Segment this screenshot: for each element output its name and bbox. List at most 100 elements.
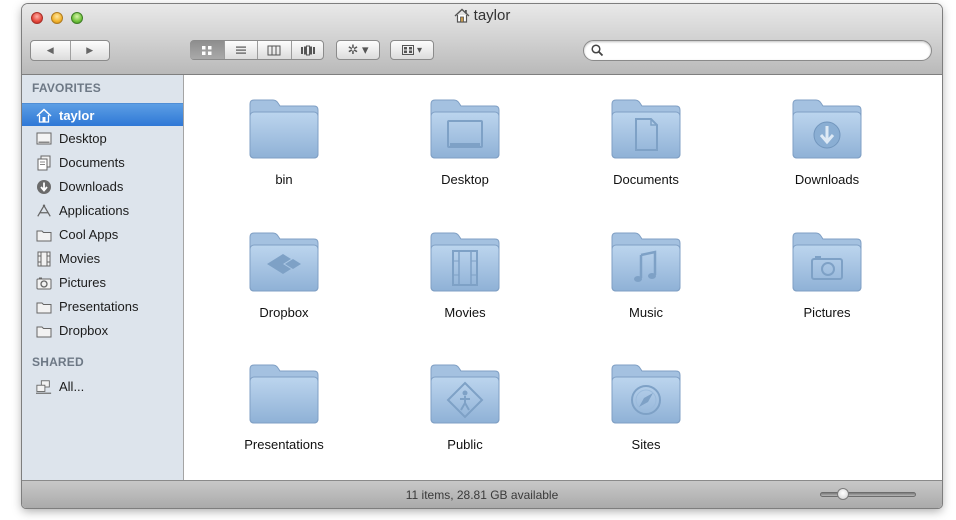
- sidebar-item-label: Applications: [59, 203, 130, 218]
- folder-label: Movies: [444, 305, 486, 320]
- folder-label: Sites: [631, 437, 661, 452]
- titlebar: taylor ◀ ▶ ✲ ▾ ▾: [22, 4, 942, 75]
- sidebar-item-movies[interactable]: Movies: [22, 247, 183, 270]
- folder-item-desktop[interactable]: Desktop: [390, 98, 540, 187]
- status-text: 11 items, 28.81 GB available: [405, 488, 559, 502]
- home-icon: [454, 8, 470, 27]
- folder-item-documents[interactable]: Documents: [571, 98, 721, 187]
- sidebar: FAVORITES taylor Desktop Documents Downl…: [22, 75, 184, 480]
- folder-item-downloads[interactable]: Downloads: [752, 98, 902, 187]
- folder-icon: [36, 323, 52, 339]
- cover-flow-icon: [300, 45, 315, 55]
- action-menu-button[interactable]: ✲ ▾: [336, 40, 380, 60]
- public-folder-icon: [430, 364, 500, 424]
- sidebar-item-label: Dropbox: [59, 323, 109, 338]
- sidebar-item-applications[interactable]: Applications: [22, 199, 183, 222]
- folder-label: Desktop: [441, 172, 489, 187]
- forward-button[interactable]: ▶: [71, 41, 110, 60]
- list-view-button[interactable]: [223, 41, 258, 59]
- search-input[interactable]: [608, 42, 922, 61]
- folder-item-public[interactable]: Public: [390, 363, 540, 452]
- sidebar-section-shared: SHARED: [32, 355, 84, 369]
- folder-icon: [36, 299, 52, 315]
- downloads-folder-icon: [792, 99, 862, 159]
- view-mode-control: [190, 40, 324, 60]
- cover-flow-button[interactable]: [290, 41, 325, 59]
- forward-arrow-icon: ▶: [86, 45, 94, 55]
- folder-icon: [249, 99, 319, 159]
- sidebar-item-documents[interactable]: Documents: [22, 151, 183, 174]
- sidebar-item-label: Pictures: [59, 275, 106, 290]
- desktop-icon: [36, 131, 52, 147]
- gear-icon: ✲ ▾: [347, 42, 369, 57]
- documents-folder-icon: [611, 99, 681, 159]
- sidebar-item-downloads[interactable]: Downloads: [22, 175, 183, 198]
- arrange-icon: [401, 45, 414, 55]
- sidebar-item-label: Desktop: [59, 131, 107, 146]
- folder-label: Downloads: [794, 172, 860, 187]
- search-field[interactable]: [583, 40, 932, 61]
- sidebar-item-taylor[interactable]: taylor: [22, 103, 183, 126]
- sidebar-item-label: Presentations: [59, 299, 139, 314]
- sidebar-item-desktop[interactable]: Desktop: [22, 127, 183, 150]
- dropbox-folder-icon: [249, 232, 319, 292]
- sidebar-item-label: Downloads: [59, 179, 124, 194]
- folder-item-presentations[interactable]: Presentations: [209, 363, 359, 452]
- folder-item-dropbox[interactable]: Dropbox: [209, 231, 359, 320]
- movies-icon: [36, 251, 52, 267]
- sidebar-item-all[interactable]: All...: [22, 375, 183, 398]
- icon-view-icon: [201, 45, 212, 55]
- sidebar-item-label: taylor: [59, 107, 95, 123]
- search-icon: [591, 44, 604, 57]
- sites-folder-icon: [611, 364, 681, 424]
- documents-icon: [36, 155, 52, 171]
- sidebar-item-pictures[interactable]: Pictures: [22, 271, 183, 294]
- list-view-icon: [235, 46, 246, 54]
- back-button[interactable]: ◀: [31, 41, 71, 60]
- downloads-icon: [36, 179, 52, 195]
- folder-icon: [36, 227, 52, 243]
- folder-item-sites[interactable]: Sites: [571, 363, 721, 452]
- movies-folder-icon: [430, 232, 500, 292]
- folder-label: Presentations: [244, 437, 324, 452]
- sidebar-item-dropbox[interactable]: Dropbox: [22, 319, 183, 342]
- folder-label: bin: [275, 172, 293, 187]
- folder-item-music[interactable]: Music: [571, 231, 721, 320]
- window-title: taylor: [22, 7, 942, 27]
- column-view-button[interactable]: [257, 41, 291, 59]
- folder-label: Public: [447, 437, 483, 452]
- folder-label: Documents: [613, 172, 679, 187]
- sidebar-item-cool-apps[interactable]: Cool Apps: [22, 223, 183, 246]
- network-icon: [36, 379, 52, 395]
- pictures-icon: [36, 275, 52, 291]
- home-icon: [36, 107, 52, 123]
- chevron-down-icon: ▾: [416, 44, 423, 56]
- folder-icon: [249, 364, 319, 424]
- column-view-icon: [267, 45, 281, 55]
- window-title-text: taylor: [473, 7, 511, 24]
- finder-window: taylor ◀ ▶ ✲ ▾ ▾ FAVORITES taylor Deskto…: [22, 4, 942, 508]
- status-bar: 11 items, 28.81 GB available: [22, 480, 942, 508]
- icon-view-button[interactable]: [190, 41, 224, 59]
- folder-item-bin[interactable]: bin: [209, 98, 359, 187]
- file-browser-area: bin Desktop Documents Downloads Dropbox …: [184, 75, 942, 480]
- folder-label: Music: [629, 305, 663, 320]
- applications-icon: [36, 203, 52, 219]
- sidebar-item-label: Movies: [59, 251, 101, 266]
- music-folder-icon: [611, 232, 681, 292]
- pictures-folder-icon: [792, 232, 862, 292]
- sidebar-item-label: Cool Apps: [59, 227, 119, 242]
- folder-item-movies[interactable]: Movies: [390, 231, 540, 320]
- back-arrow-icon: ◀: [46, 45, 54, 55]
- icon-size-slider[interactable]: [820, 488, 916, 500]
- sidebar-item-label: Documents: [59, 155, 125, 170]
- sidebar-section-favorites: FAVORITES: [32, 81, 101, 95]
- folder-label: Pictures: [803, 305, 851, 320]
- sidebar-item-label: All...: [59, 379, 85, 394]
- back-forward-control: ◀ ▶: [30, 40, 110, 61]
- sidebar-item-presentations[interactable]: Presentations: [22, 295, 183, 318]
- folder-label: Dropbox: [259, 305, 309, 320]
- arrange-menu-button[interactable]: ▾: [390, 40, 434, 60]
- desktop-folder-icon: [430, 99, 500, 159]
- folder-item-pictures[interactable]: Pictures: [752, 231, 902, 320]
